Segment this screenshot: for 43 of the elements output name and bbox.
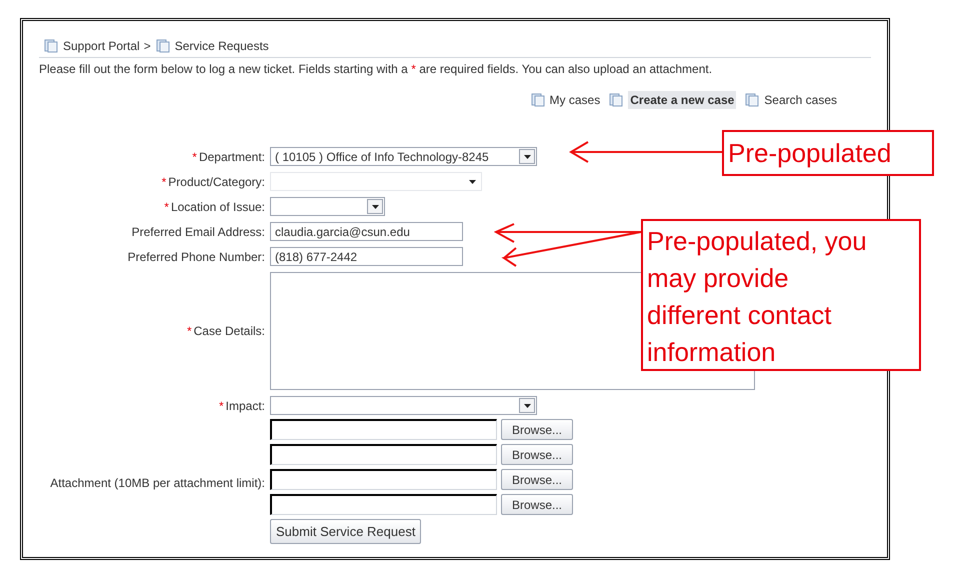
field-label: Preferred Phone Number: [128,248,265,266]
nav-link[interactable]: Create a new case [628,91,736,109]
browse-button[interactable]: Browse... [501,494,574,515]
caret-icon [469,180,476,184]
callout-text: Pre-populated, you may provide different contact information [647,225,868,369]
field-label: * Department: [192,148,265,166]
instructions-text: Please fill out the form below to log a new ticket. Fields starting with a * are required fields. You can also upload an attachment. [39,61,714,78]
input-field[interactable]: claudia.garcia@csun.edu [270,222,463,241]
file-input-field[interactable] [270,494,497,515]
dropdown-field[interactable] [270,396,537,415]
callout-text: Pre-populated [728,136,892,170]
browse-button[interactable]: Browse... [501,469,574,490]
dropdown-field[interactable]: ( 10105 ) Office of Info Technology-8245 [270,147,537,166]
caret-icon [372,204,378,208]
pages-icon [530,93,546,107]
dropdown-arrow-button[interactable] [519,398,535,413]
dropdown-arrow-button[interactable] [367,199,383,214]
dropdown-value: ( 10105 ) Office of Info Technology-8245 [274,148,489,166]
field-label: * Product/Category: [162,174,265,190]
dropdown-field[interactable] [270,197,385,216]
double-arrow-icon [494,222,641,268]
breadcrumb-link[interactable]: Support Portal [63,37,140,55]
file-input-field[interactable] [270,419,497,440]
field-label: * Impact: [218,398,265,414]
browse-button[interactable]: Browse... [501,419,574,440]
file-input-field[interactable] [270,444,497,465]
nav-link[interactable]: My cases [550,91,600,109]
input-field[interactable]: (818) 677-2442 [270,247,463,266]
file-input-field[interactable] [270,469,497,490]
breadcrumb-separator: > [144,38,151,55]
field-label: * Location of Issue: [164,198,265,216]
caret-icon [524,154,530,158]
submit-button[interactable]: Submit Service Request [270,519,422,544]
browse-button[interactable]: Browse... [501,444,574,465]
field-label: Preferred Email Address: [132,224,265,240]
nav-link[interactable]: Search cases [764,91,837,109]
breadcrumb-link[interactable]: Service Requests [174,37,269,55]
dropdown-arrow-button[interactable] [519,149,535,164]
page-icon [154,39,171,53]
arrow-icon [568,140,722,164]
field-label: * Case Details: [186,323,265,340]
field-label: Attachment (10MB per attachment limit): [50,474,265,492]
caret-icon [524,404,530,408]
